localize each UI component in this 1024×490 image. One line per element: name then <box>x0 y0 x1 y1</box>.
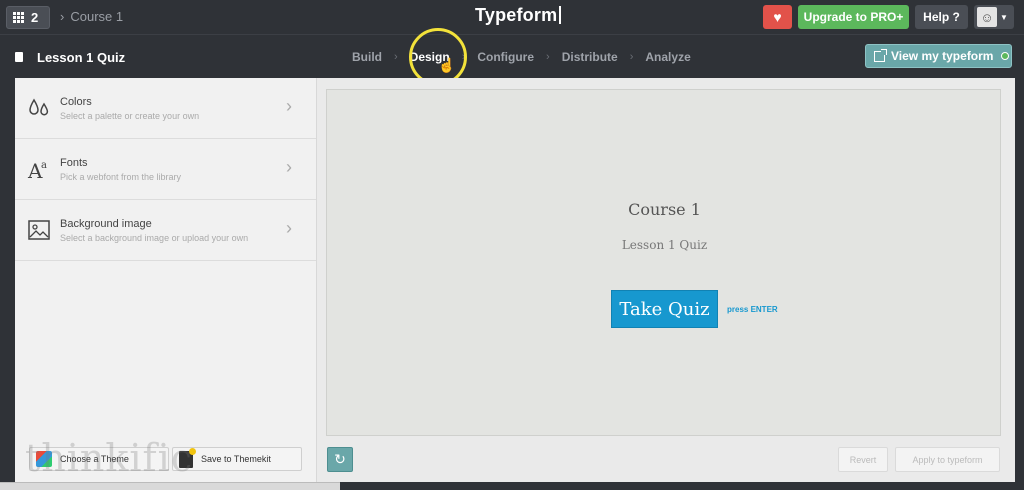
refresh-preview-button[interactable]: ↻ <box>327 447 353 472</box>
menu-item-description: Select a palette or create your own <box>60 111 200 121</box>
save-themekit-button[interactable]: Save to Themekit <box>172 447 302 471</box>
palette-icon <box>36 451 52 467</box>
tab-build[interactable]: Build <box>352 50 382 64</box>
step-nav: Build › Design › Configure › Distribute … <box>352 50 691 64</box>
typeform-preview: Course 1 Lesson 1 Quiz Take Quiz press E… <box>326 89 1001 436</box>
chevron-right-icon: › <box>546 51 550 63</box>
top-bar: 2 › Course 1 Typeform ♥ Upgrade to PRO+ H… <box>0 0 1024 35</box>
external-link-icon <box>874 48 887 62</box>
menu-item-label: Background image <box>60 218 152 230</box>
take-quiz-button[interactable]: Take Quiz <box>611 290 718 328</box>
form-icon <box>15 52 23 62</box>
workspaces-button[interactable]: 2 <box>6 6 50 29</box>
revert-button[interactable]: Revert <box>838 447 888 472</box>
menu-item-description: Select a background image or upload your… <box>60 233 249 243</box>
preview-subtitle: Lesson 1 Quiz <box>621 238 708 252</box>
press-enter-hint: press ENTER <box>727 305 778 314</box>
breadcrumb-course: Course 1 <box>70 9 124 24</box>
heart-button[interactable]: ♥ <box>763 5 792 29</box>
apply-to-typeform-button[interactable]: Apply to typeform <box>895 447 1000 472</box>
brand-logo: Typeform <box>475 5 562 26</box>
brand-name: Typeform <box>475 5 558 25</box>
breadcrumb[interactable]: › Course 1 <box>60 9 123 24</box>
hand-cursor-icon: ☝ <box>438 57 456 73</box>
chevron-right-icon: › <box>629 51 634 63</box>
view-typeform-button[interactable]: View my typeform <box>865 44 1012 68</box>
chevron-right-icon: › <box>286 218 292 238</box>
tab-configure[interactable]: Configure <box>477 50 534 64</box>
tab-analyze[interactable]: Analyze <box>645 50 690 64</box>
avatar: ☺ <box>977 7 997 27</box>
themekit-icon <box>179 447 196 468</box>
help-button[interactable]: Help ? <box>915 5 968 29</box>
design-sidebar: Colors Select a palette or create your o… <box>15 78 316 482</box>
view-typeform-label: View my typeform <box>891 49 994 63</box>
menu-item-label: Colors <box>60 96 92 108</box>
text-cursor-icon <box>559 6 562 24</box>
menu-item-description: Pick a webfont from the library <box>60 172 182 182</box>
choose-theme-label: Choose a Theme <box>60 454 129 464</box>
workspace-count: 2 <box>31 10 39 25</box>
account-menu-button[interactable]: ☺ ▼ <box>974 5 1014 29</box>
svg-text:a: a <box>41 160 47 171</box>
save-themekit-label: Save to Themekit <box>201 454 271 464</box>
choose-theme-button[interactable]: Choose a Theme <box>29 447 169 471</box>
form-title: Lesson 1 Quiz <box>37 50 126 65</box>
grid-icon <box>13 11 25 24</box>
preview-title: Course 1 <box>628 200 701 219</box>
menu-item-fonts[interactable]: A a Fonts Pick a webfont from the librar… <box>15 139 316 200</box>
menu-item-colors[interactable]: Colors Select a palette or create your o… <box>15 78 316 139</box>
menu-item-background-image[interactable]: Background image Select a background ima… <box>15 200 316 261</box>
chevron-right-icon: › <box>286 157 292 177</box>
font-icon: A a <box>27 159 47 181</box>
browser-status-bar <box>0 482 340 490</box>
status-dot-icon <box>1001 52 1010 60</box>
chevron-right-icon: › <box>286 96 292 116</box>
menu-item-label: Fonts <box>60 157 88 169</box>
heart-icon: ♥ <box>773 9 782 25</box>
image-icon <box>28 220 50 240</box>
drops-icon <box>29 98 49 116</box>
chevron-right-icon: › <box>394 51 398 63</box>
tab-distribute[interactable]: Distribute <box>562 50 618 64</box>
refresh-icon: ↻ <box>334 451 346 467</box>
upgrade-button[interactable]: Upgrade to PRO+ <box>798 5 909 29</box>
caret-down-icon: ▼ <box>1000 12 1008 22</box>
chevron-right-icon: › <box>60 9 65 24</box>
